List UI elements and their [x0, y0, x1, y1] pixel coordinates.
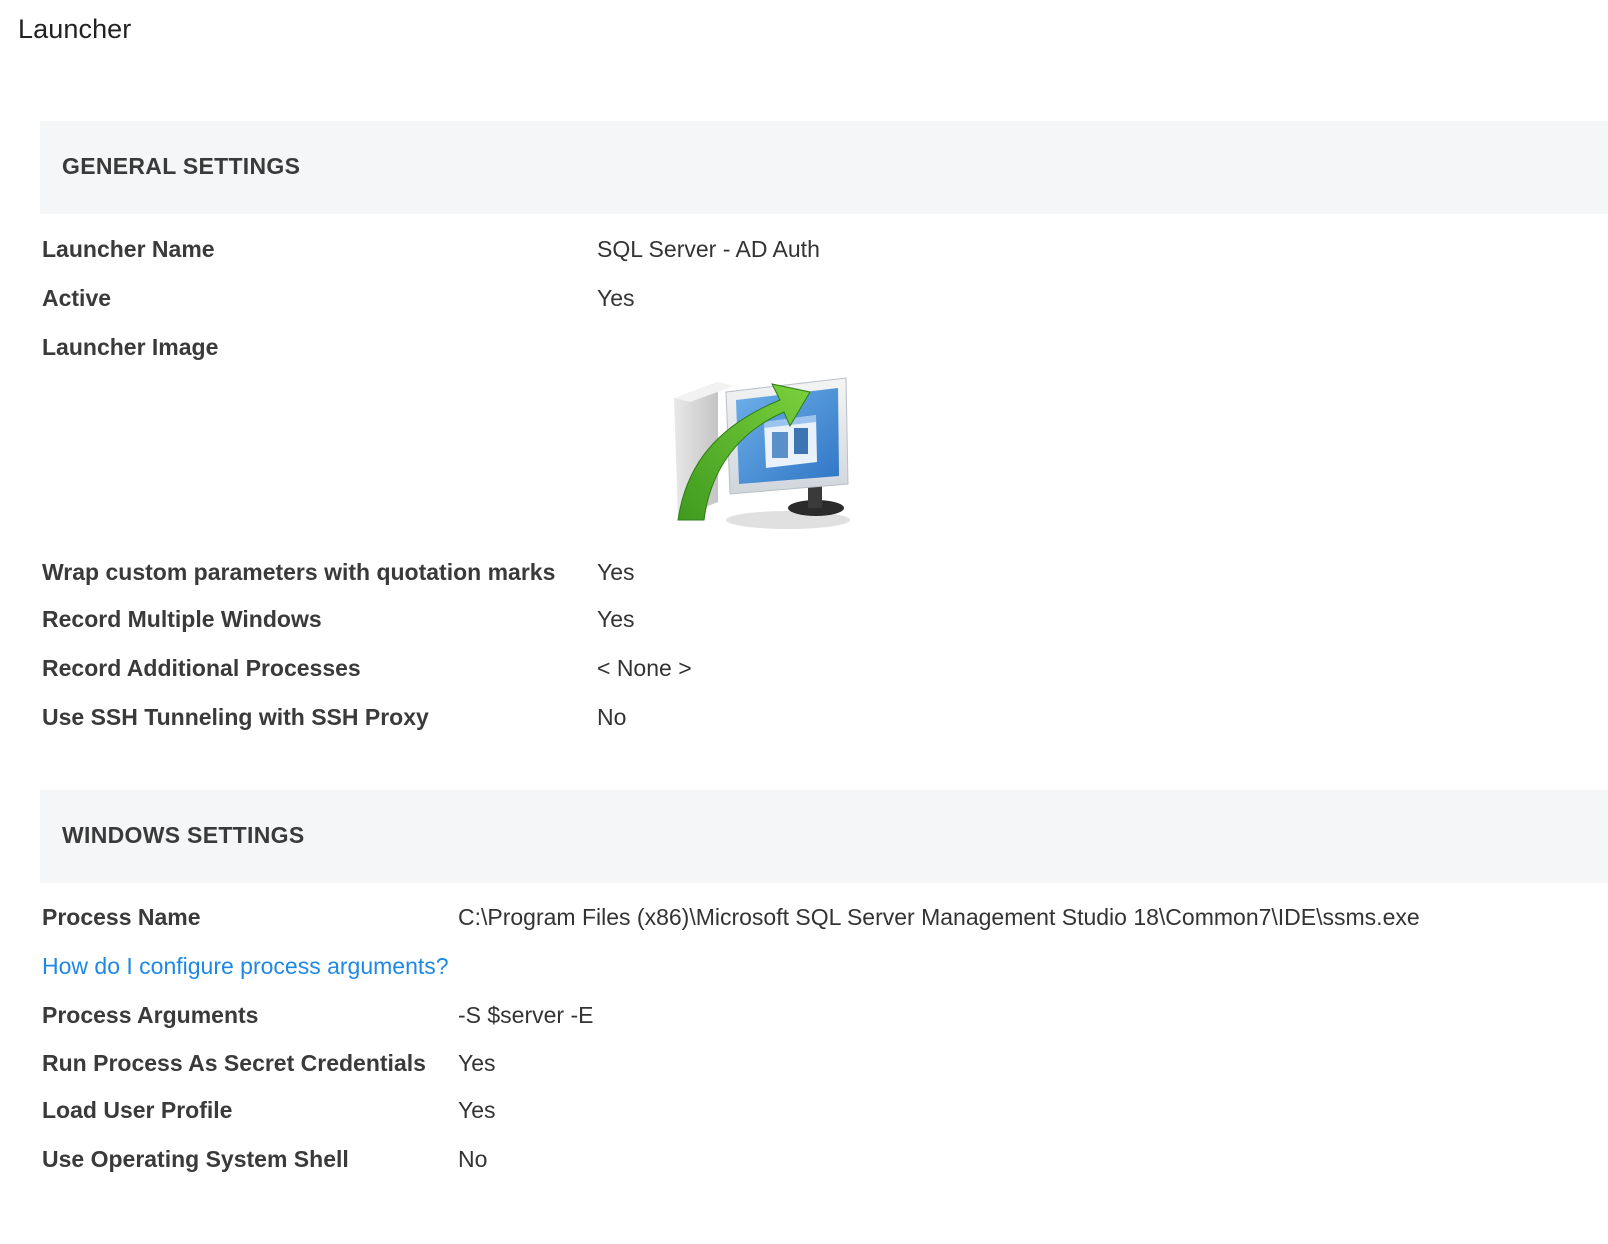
process-arguments-value: -S $server -E: [458, 1002, 594, 1028]
record-additional-processes-label: Record Additional Processes: [42, 655, 361, 681]
general-settings-title: GENERAL SETTINGS: [62, 153, 301, 179]
page-title: Launcher: [18, 14, 132, 44]
run-as-secret-value: Yes: [458, 1050, 496, 1076]
remote-desktop-launcher-icon: [674, 377, 850, 529]
windows-settings-header: WINDOWS SETTINGS: [40, 790, 1608, 883]
active-label: Active: [42, 285, 112, 311]
launcher-name-label: Launcher Name: [42, 236, 215, 262]
run-as-secret-label: Run Process As Secret Credentials: [42, 1050, 426, 1076]
process-name-value: C:\Program Files (x86)\Microsoft SQL Ser…: [458, 904, 1420, 930]
launcher-image-label: Launcher Image: [42, 334, 219, 360]
ssh-tunneling-label: Use SSH Tunneling with SSH Proxy: [42, 704, 429, 730]
use-os-shell-value: No: [458, 1146, 488, 1172]
launcher-name-value: SQL Server - AD Auth: [597, 236, 820, 262]
general-settings-header: GENERAL SETTINGS: [40, 121, 1608, 214]
use-os-shell-label: Use Operating System Shell: [42, 1146, 349, 1172]
load-user-profile-label: Load User Profile: [42, 1097, 233, 1123]
load-user-profile-value: Yes: [458, 1097, 496, 1123]
wrap-params-value: Yes: [597, 559, 635, 585]
record-multiple-windows-label: Record Multiple Windows: [42, 606, 322, 632]
ssh-tunneling-value: No: [597, 704, 627, 730]
record-additional-processes-value: < None >: [597, 655, 692, 681]
wrap-params-label: Wrap custom parameters with quotation ma…: [42, 559, 556, 585]
launcher-image: [668, 370, 854, 536]
record-multiple-windows-value: Yes: [597, 606, 635, 632]
configure-process-arguments-link[interactable]: How do I configure process arguments?: [42, 950, 449, 982]
active-value: Yes: [597, 285, 635, 311]
windows-settings-title: WINDOWS SETTINGS: [62, 822, 305, 848]
process-arguments-label: Process Arguments: [42, 1002, 259, 1028]
process-name-label: Process Name: [42, 904, 201, 930]
